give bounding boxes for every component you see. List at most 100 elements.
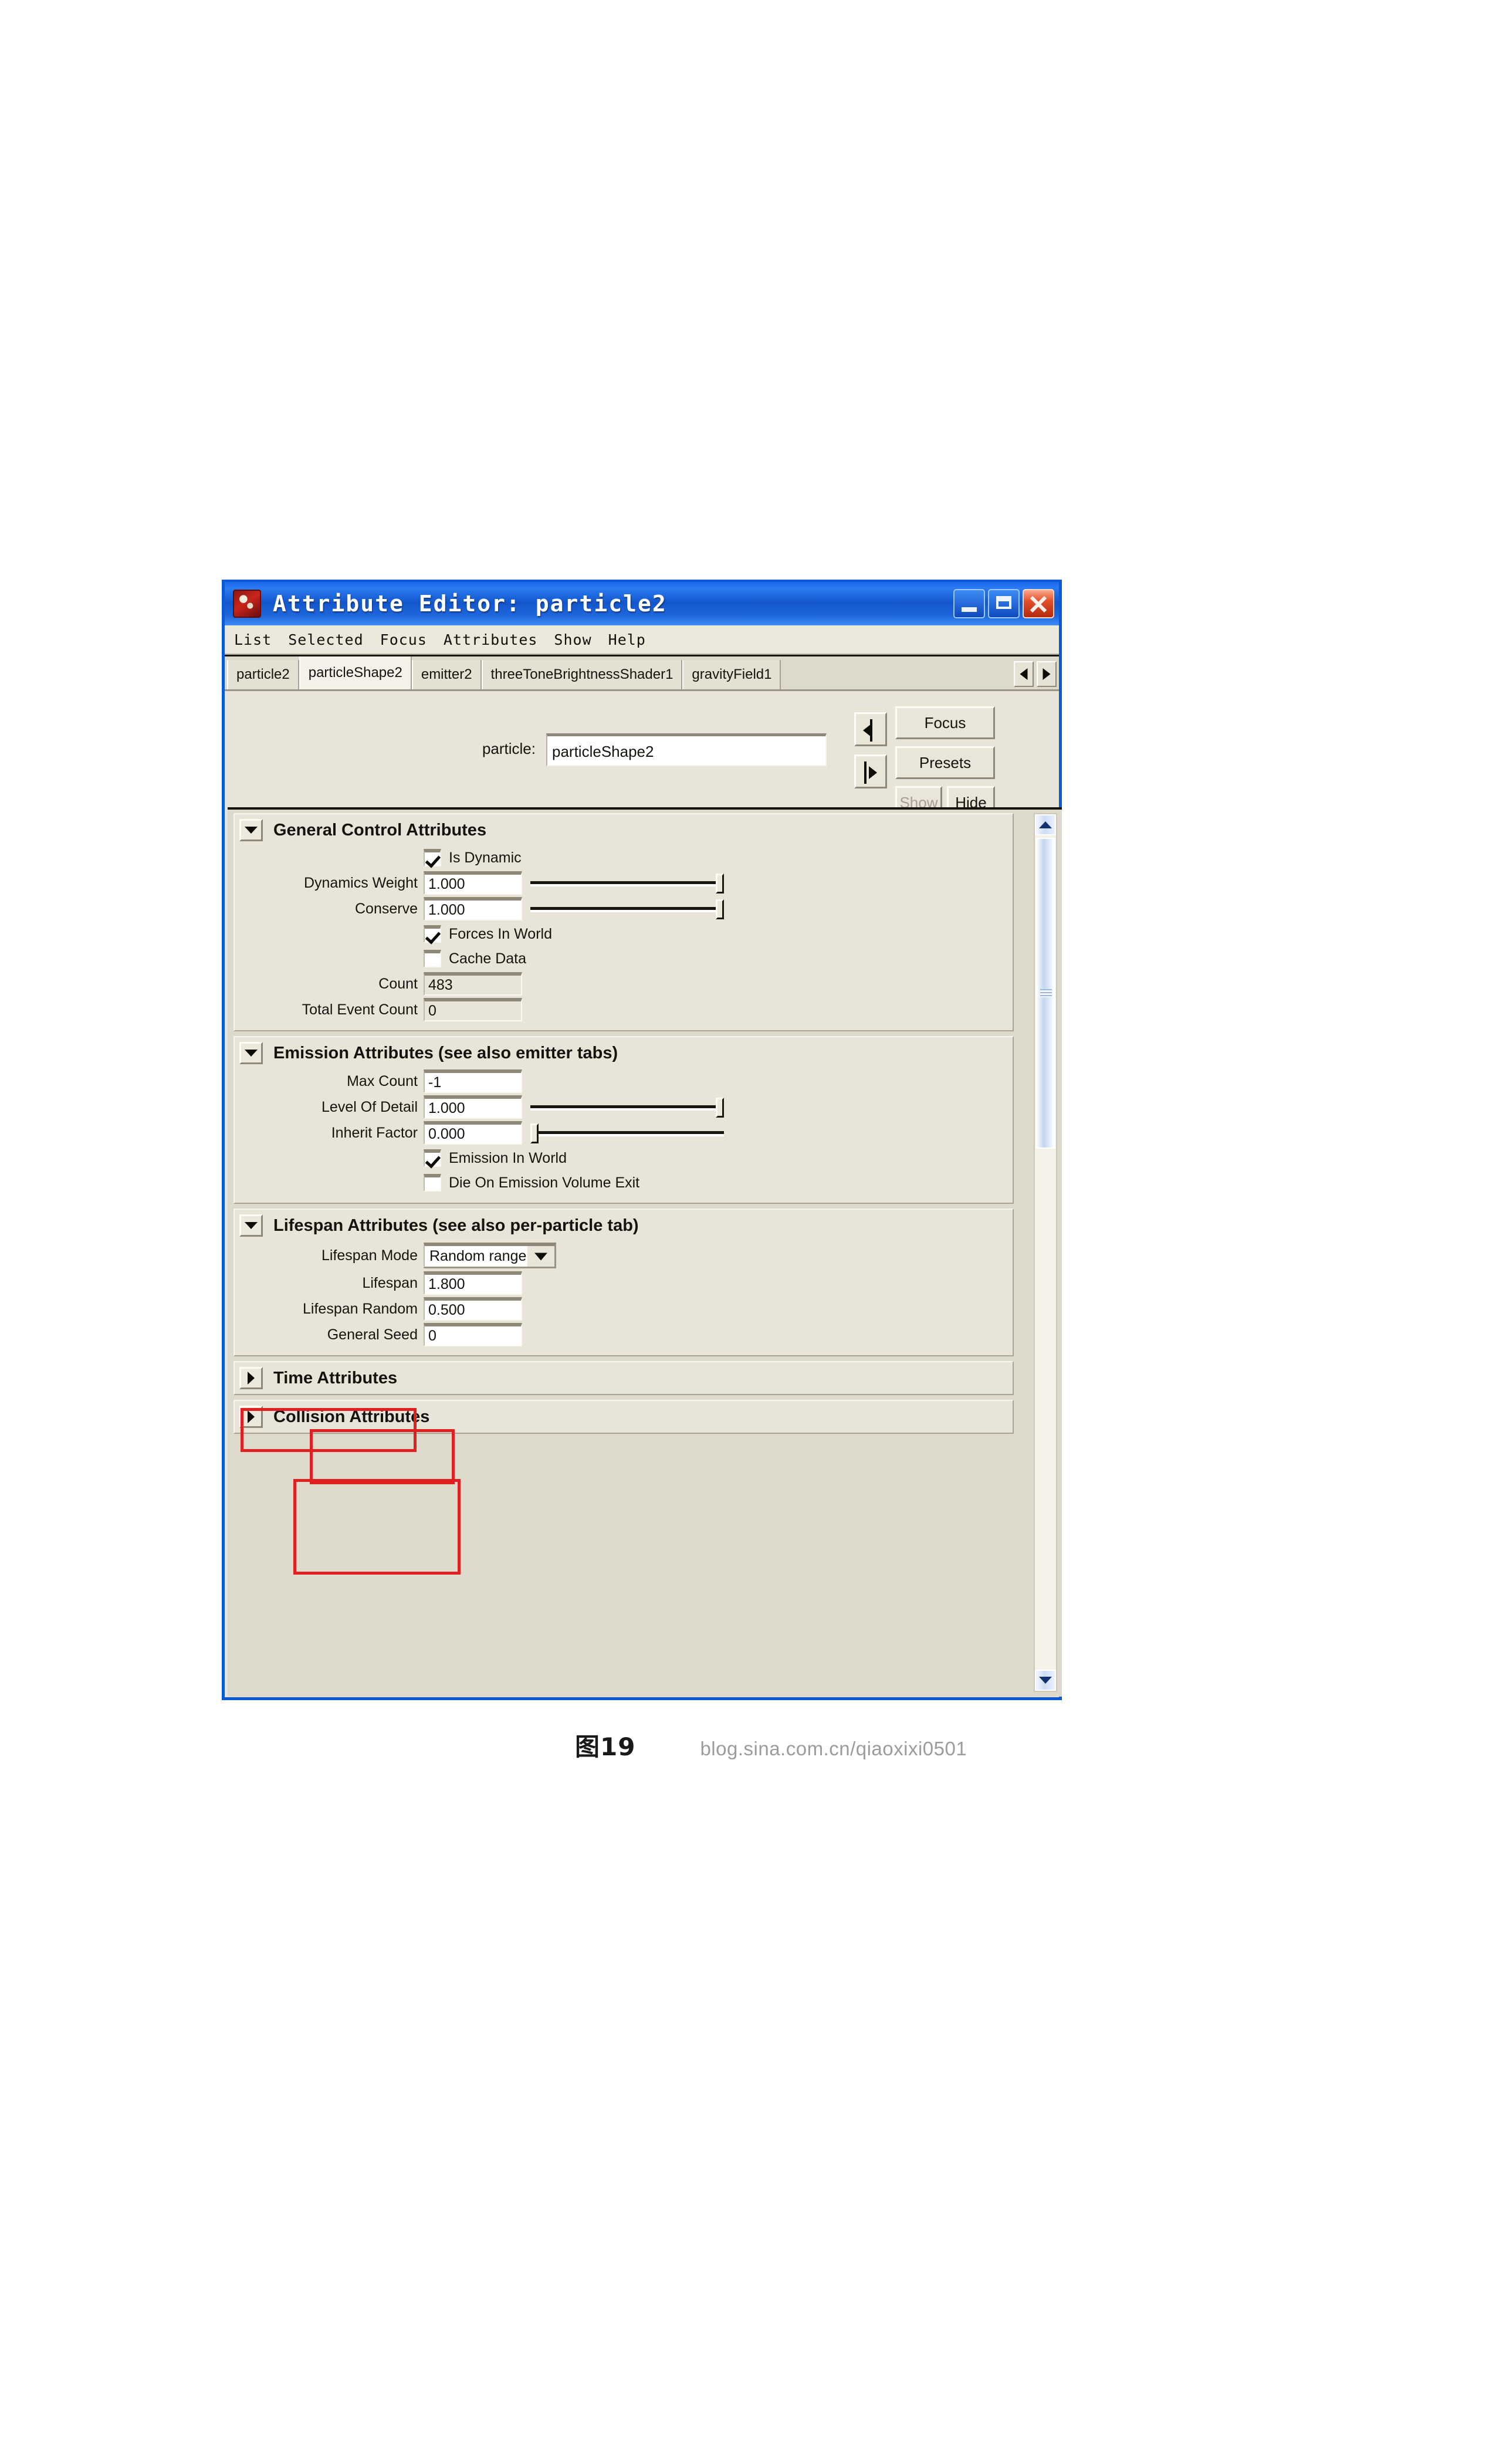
row-max-count: Max Count -1 (235, 1069, 1013, 1094)
label-total-event-count: Total Event Count (302, 1001, 418, 1018)
slider-groove (530, 1105, 724, 1111)
checkbox-cache-data[interactable] (424, 950, 441, 967)
attribute-editor-window: Attribute Editor: particle2 List Selecte… (222, 580, 1062, 1700)
expand-triangle-icon[interactable] (239, 1406, 263, 1428)
input-max-count[interactable]: -1 (424, 1069, 522, 1093)
input-lifespan[interactable]: 1.800 (424, 1271, 522, 1295)
row-level-of-detail: Level Of Detail 1.000 (235, 1095, 1013, 1119)
input-conserve[interactable]: 1.000 (424, 897, 522, 920)
tab-strip: particle2 particleShape2 emitter2 threeT… (225, 655, 1059, 691)
label-inherit-factor: Inherit Factor (331, 1124, 418, 1141)
row-inherit-factor: Inherit Factor 0.000 (235, 1121, 1013, 1145)
row-count: Count 483 (235, 972, 1013, 996)
slider-level-of-detail[interactable] (530, 1095, 724, 1119)
scroll-down-icon[interactable] (1035, 1670, 1056, 1691)
slider-handle[interactable] (716, 874, 724, 893)
section-title: General Control Attributes (273, 820, 487, 840)
menu-item-selected[interactable]: Selected (288, 631, 363, 648)
watermark: blog.sina.com.cn/qiaoxixi0501 (700, 1738, 967, 1759)
label-die-on-emission-volume-exit: Die On Emission Volume Exit (449, 1174, 640, 1191)
input-level-of-detail[interactable]: 1.000 (424, 1095, 522, 1119)
minimize-button[interactable] (953, 589, 985, 618)
section-title: Lifespan Attributes (see also per-partic… (273, 1216, 639, 1235)
input-general-seed[interactable]: 0 (424, 1323, 522, 1346)
scrollbar-thumb[interactable] (1035, 838, 1055, 1149)
menu-item-list[interactable]: List (234, 631, 272, 648)
figure-label: 图19 (575, 1732, 636, 1761)
chevron-down-icon[interactable] (526, 1246, 555, 1267)
row-die-on-emission-volume-exit: Die On Emission Volume Exit (235, 1171, 1013, 1194)
slider-groove (530, 881, 724, 886)
checkbox-is-dynamic[interactable] (424, 849, 441, 867)
tab-emitter2[interactable]: emitter2 (411, 660, 482, 689)
dropdown-lifespan-mode[interactable]: Random range (424, 1243, 556, 1268)
tab-scroll-right-icon[interactable] (1037, 661, 1057, 687)
collapse-triangle-icon[interactable] (239, 1214, 263, 1237)
row-forces-in-world: Forces In World (235, 922, 1013, 946)
menu-item-help[interactable]: Help (608, 631, 646, 648)
label-emission-in-world: Emission In World (449, 1149, 567, 1166)
menu-item-show[interactable]: Show (554, 631, 591, 648)
checkbox-emission-in-world[interactable] (424, 1149, 441, 1167)
vertical-scrollbar[interactable] (1034, 813, 1057, 1692)
label-cache-data: Cache Data (449, 950, 527, 967)
tab-particle2[interactable]: particle2 (227, 660, 299, 689)
section-header-lifespan[interactable]: Lifespan Attributes (see also per-partic… (235, 1210, 1013, 1241)
presets-button[interactable]: Presets (895, 746, 995, 779)
close-button[interactable] (1023, 589, 1054, 618)
label-level-of-detail: Level Of Detail (321, 1098, 418, 1115)
tab-particleShape2[interactable]: particleShape2 (299, 656, 412, 689)
row-cache-data: Cache Data (235, 947, 1013, 970)
input-total-event-count: 0 (424, 998, 522, 1021)
collapse-triangle-icon[interactable] (239, 819, 263, 841)
load-input-icon[interactable] (854, 712, 887, 746)
menu-item-focus[interactable]: Focus (380, 631, 427, 648)
node-type-label: particle: (482, 740, 536, 757)
tab-threeToneBrightnessShader1[interactable]: threeToneBrightnessShader1 (481, 660, 683, 689)
section-emission: Emission Attributes (see also emitter ta… (233, 1036, 1014, 1204)
attribute-scroll-area: General Control Attributes Is Dynamic Dy… (228, 807, 1062, 1697)
slider-handle[interactable] (716, 1098, 724, 1118)
checkbox-die-on-emission-volume-exit[interactable] (424, 1174, 441, 1192)
input-dynamics-weight[interactable]: 1.000 (424, 871, 522, 895)
row-dynamics-weight: Dynamics Weight 1.000 (235, 871, 1013, 895)
scroll-up-icon[interactable] (1035, 814, 1056, 835)
tab-gravityField1[interactable]: gravityField1 (682, 660, 781, 689)
label-general-seed: General Seed (327, 1326, 418, 1343)
dropdown-value: Random range (429, 1248, 527, 1264)
section-header-time[interactable]: Time Attributes (235, 1362, 1013, 1394)
slider-conserve[interactable] (530, 897, 724, 920)
slider-handle[interactable] (530, 1123, 539, 1143)
input-count: 483 (424, 972, 522, 996)
expand-triangle-icon[interactable] (239, 1367, 263, 1389)
caption: 图19 blog.sina.com.cn/qiaoxixi0501 (575, 1727, 967, 1763)
row-lifespan-mode: Lifespan Mode Random range (235, 1241, 1013, 1270)
section-header-emission[interactable]: Emission Attributes (see also emitter ta… (235, 1037, 1013, 1069)
focus-button[interactable]: Focus (895, 706, 995, 739)
section-title: Collision Attributes (273, 1407, 430, 1426)
slider-groove (530, 907, 724, 912)
tab-scroll-left-icon[interactable] (1014, 661, 1034, 687)
section-title: Emission Attributes (see also emitter ta… (273, 1043, 618, 1062)
slider-handle[interactable] (716, 899, 724, 919)
maya-app-icon (233, 590, 261, 618)
slider-dynamics-weight[interactable] (530, 871, 724, 895)
load-output-icon[interactable] (854, 754, 887, 788)
checkbox-forces-in-world[interactable] (424, 925, 441, 943)
section-header-general-control[interactable]: General Control Attributes (235, 814, 1013, 846)
section-header-collision[interactable]: Collision Attributes (235, 1401, 1013, 1433)
maximize-button[interactable] (988, 589, 1020, 618)
label-is-dynamic: Is Dynamic (449, 849, 522, 866)
title-bar[interactable]: Attribute Editor: particle2 (225, 580, 1059, 625)
menu-item-attributes[interactable]: Attributes (444, 631, 538, 648)
collapse-triangle-icon[interactable] (239, 1042, 263, 1064)
node-header: particle: particleShape2 Focus Presets S… (225, 691, 1059, 819)
label-lifespan-mode: Lifespan Mode (321, 1247, 418, 1264)
input-lifespan-random[interactable]: 0.500 (424, 1297, 522, 1321)
label-max-count: Max Count (347, 1072, 418, 1089)
input-inherit-factor[interactable]: 0.000 (424, 1121, 522, 1145)
node-name-input[interactable]: particleShape2 (546, 733, 827, 766)
row-lifespan-random: Lifespan Random 0.500 (235, 1297, 1013, 1321)
slider-inherit-factor[interactable] (530, 1121, 724, 1145)
row-conserve: Conserve 1.000 (235, 896, 1013, 921)
